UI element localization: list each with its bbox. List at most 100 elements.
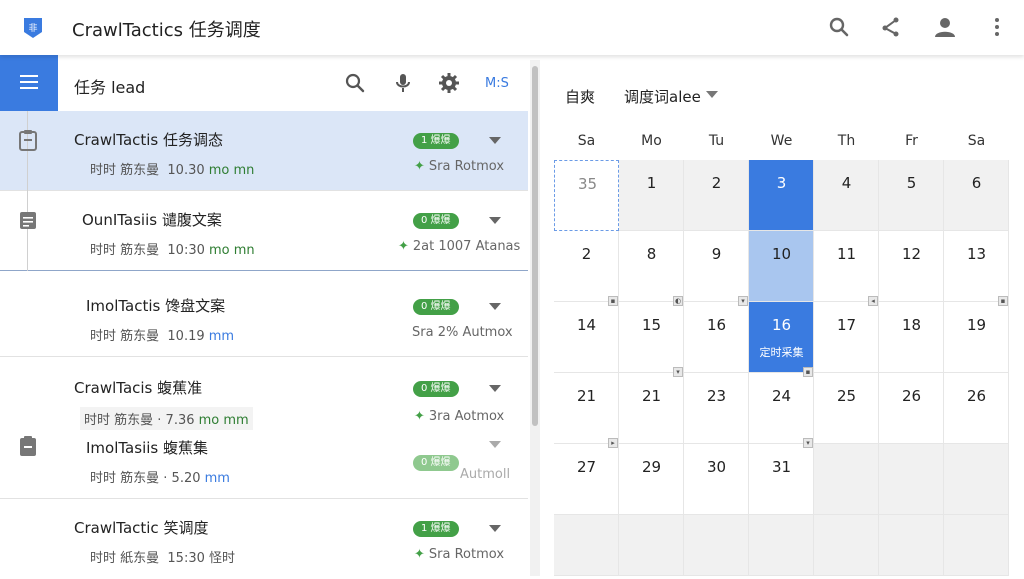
- calendar-day-event[interactable]: 16 定时采集: [749, 302, 814, 373]
- calendar-day[interactable]: 2: [554, 231, 619, 302]
- task-schedule: 时时 筋东曼 10.30 mo mn: [90, 163, 255, 178]
- task-mode: ✦ Sra Rotmox: [414, 159, 505, 174]
- calendar-day[interactable]: 26: [944, 373, 1009, 444]
- calendar-day[interactable]: 23: [684, 373, 749, 444]
- calendar-day[interactable]: 29: [619, 444, 684, 515]
- calendar-day[interactable]: 19: [944, 302, 1009, 373]
- weekday-label: Mo: [641, 133, 662, 149]
- calendar-day-empty: [684, 515, 749, 576]
- calendar-day[interactable]: 26: [879, 373, 944, 444]
- calendar-day[interactable]: 21: [619, 373, 684, 444]
- microphone-icon[interactable]: [391, 71, 415, 95]
- weekday-label: Th: [837, 133, 856, 149]
- sort-label[interactable]: M:S: [485, 76, 509, 91]
- calendar-day[interactable]: 5: [879, 160, 944, 231]
- calendar-list-icon: [20, 212, 36, 229]
- settings-icon[interactable]: [437, 71, 461, 95]
- weekday-label: Sa: [577, 133, 596, 149]
- task-marker-icon[interactable]: ▾: [738, 296, 748, 306]
- task-marker-icon[interactable]: ◂: [868, 296, 878, 306]
- more-vert-icon[interactable]: [984, 14, 1010, 40]
- status-badge: 1 爆爆: [413, 521, 459, 537]
- menu-button[interactable]: [0, 55, 58, 111]
- chevron-down-icon[interactable]: [706, 91, 718, 98]
- calendar-day-selected[interactable]: 3: [749, 160, 814, 231]
- app-logo-icon: 非: [24, 18, 42, 38]
- calendar-day-empty: [879, 515, 944, 576]
- calendar-day[interactable]: 30: [684, 444, 749, 515]
- calendar-day[interactable]: 18: [879, 302, 944, 373]
- app-bar: 非 CrawlTactics 任务调度: [0, 0, 1024, 55]
- calendar-day[interactable]: 13: [944, 231, 1009, 302]
- calendar-day[interactable]: 24: [749, 373, 814, 444]
- calendar-day-range[interactable]: 10: [749, 231, 814, 302]
- task-name: OunITasiis 谴腹文案: [82, 211, 222, 229]
- calendar-day[interactable]: 16: [684, 302, 749, 373]
- calendar-day[interactable]: 8: [619, 231, 684, 302]
- list-search-icon[interactable]: [343, 71, 367, 95]
- scrollbar-thumb[interactable]: [532, 66, 538, 426]
- search-icon[interactable]: [826, 14, 852, 40]
- task-marker-icon[interactable]: ▸: [608, 438, 618, 448]
- task-list-pane: 任务 lead M:S CrawlTactis 任务调态 时时 筋东曼 10.3…: [0, 55, 528, 576]
- calendar-day-empty: [554, 515, 619, 576]
- task-list-scrollbar[interactable]: [530, 60, 540, 576]
- task-mode: ✦ 2at 1007 Atanas: [398, 239, 521, 254]
- account-icon[interactable]: [932, 14, 958, 40]
- calendar-day[interactable]: 12: [879, 231, 944, 302]
- status-badge: 1 爆爆: [413, 133, 459, 149]
- calendar-tab[interactable]: 自爽: [565, 86, 595, 107]
- task-row[interactable]: CrawlTactis 任务调态 时时 筋东曼 10.30 mo mn 1 爆爆…: [0, 111, 528, 191]
- task-name: CrawlTacis 蝮蕉准: [74, 379, 203, 397]
- weekday-label: Tu: [708, 133, 725, 149]
- calendar-day[interactable]: 35: [554, 160, 619, 231]
- expand-chevron-icon[interactable]: [489, 525, 501, 532]
- task-marker-icon[interactable]: ▾: [803, 438, 813, 448]
- app-title: CrawlTactics 任务调度: [72, 20, 261, 41]
- task-row[interactable]: ImolTactis 馋盘文案 时时 筋东曼 10.19 mm 0 爆爆 Sra…: [0, 277, 528, 357]
- share-icon[interactable]: [878, 14, 904, 40]
- expand-chevron-icon[interactable]: [489, 385, 501, 392]
- event-label: 定时采集: [759, 346, 804, 359]
- task-marker-icon[interactable]: ▪: [803, 367, 813, 377]
- calendar-day[interactable]: 4: [814, 160, 879, 231]
- expand-chevron-icon[interactable]: [489, 441, 501, 448]
- calendar-day[interactable]: 31: [749, 444, 814, 515]
- clipboard-edit-icon: [20, 436, 36, 456]
- status-badge: 0 爆爆: [413, 299, 459, 315]
- expand-chevron-icon[interactable]: [489, 217, 501, 224]
- calendar-day-empty: [814, 515, 879, 576]
- calendar-day[interactable]: 11: [814, 231, 879, 302]
- calendar-day[interactable]: 21: [554, 373, 619, 444]
- weekday-label: Fr: [905, 133, 918, 149]
- calendar-day-empty: [749, 515, 814, 576]
- calendar-pane: 自爽 调度词alee Sa Mo Tu We Th Fr Sa 35 1 2 3…: [546, 55, 1024, 576]
- task-row[interactable]: ImolTasiis 蝮蕉集 时时 筋东曼 · 5.20 mm 0 爆爆 Aut…: [0, 419, 528, 499]
- calendar-day[interactable]: 9: [684, 231, 749, 302]
- task-marker-icon[interactable]: ▪: [608, 296, 618, 306]
- status-badge: 0 爆爆: [413, 213, 459, 229]
- task-marker-icon[interactable]: ◐: [673, 296, 683, 306]
- task-marker-icon[interactable]: ▪: [998, 296, 1008, 306]
- calendar-day[interactable]: 6: [944, 160, 1009, 231]
- calendar-day[interactable]: 14: [554, 302, 619, 373]
- calendar-day[interactable]: 15: [619, 302, 684, 373]
- menu-icon: [20, 75, 38, 77]
- task-row[interactable]: OunITasiis 谴腹文案 时时 筋东曼 10:30 mo mn 0 爆爆 …: [0, 191, 528, 271]
- calendar-day[interactable]: 25: [814, 373, 879, 444]
- task-row[interactable]: CrawlTactic 笑调度 时时 紙东曼 15:30 怪时 1 爆爆 ✦ Sr…: [0, 499, 528, 579]
- calendar-day[interactable]: 2: [684, 160, 749, 231]
- expand-chevron-icon[interactable]: [489, 303, 501, 310]
- calendar-view-select[interactable]: 调度词alee: [624, 86, 701, 107]
- calendar-grid: 35 1 2 3 4 5 6 2 8 9 10 11 12 13 14 15 1…: [554, 160, 1012, 576]
- calendar-day-empty: [619, 515, 684, 576]
- weekday-label: Sa: [967, 133, 986, 149]
- task-schedule: 时时 筋东曼 · 5.20 mm: [90, 471, 230, 486]
- calendar-day[interactable]: 17: [814, 302, 879, 373]
- expand-chevron-icon[interactable]: [489, 137, 501, 144]
- task-schedule: 时时 筋东曼 10:30 mo mn: [90, 243, 255, 258]
- calendar-day[interactable]: 1: [619, 160, 684, 231]
- task-marker-icon[interactable]: ▾: [673, 367, 683, 377]
- calendar-day[interactable]: 27: [554, 444, 619, 515]
- task-mode: Autmoll: [460, 467, 511, 482]
